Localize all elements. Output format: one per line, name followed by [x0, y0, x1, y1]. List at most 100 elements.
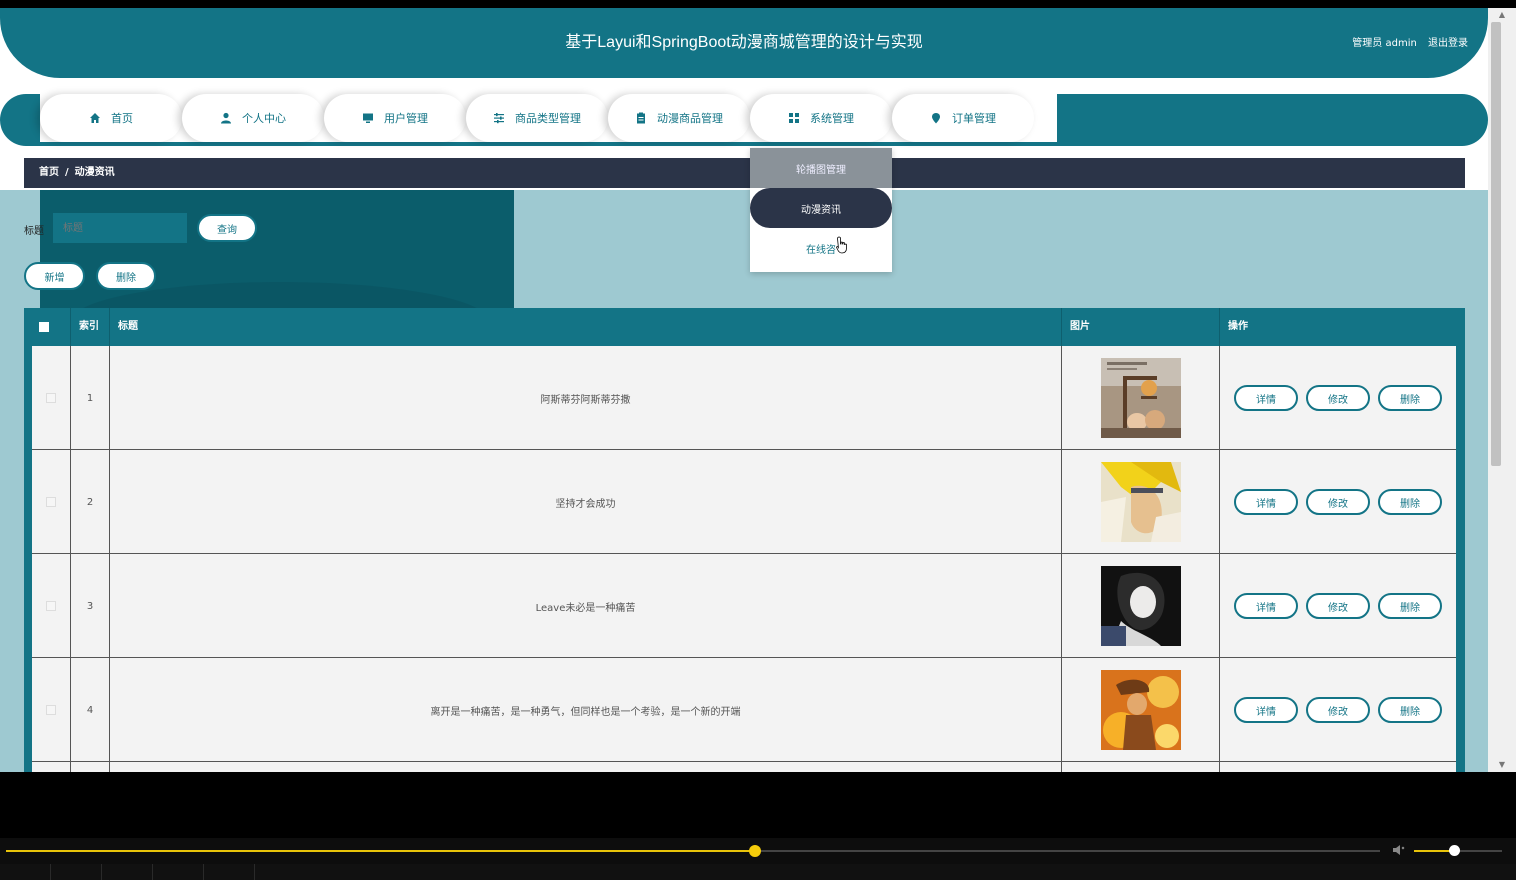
seek-bar[interactable] — [6, 845, 1380, 857]
table-body: 1 阿斯蒂芬阿斯蒂芬撒 详情 修改 删除 2 坚持才会成功 详情 修改 删除 3… — [32, 346, 1456, 772]
row-index: 2 — [71, 450, 110, 554]
breadcrumb: 首页 / 动漫资讯 — [24, 158, 1465, 188]
mouse-pointer-icon — [836, 236, 847, 254]
batch-delete-button[interactable]: 删除 — [96, 262, 156, 290]
edit-button[interactable]: 修改 — [1306, 593, 1370, 619]
table-row — [32, 762, 1456, 772]
grid-icon — [788, 112, 800, 124]
top-header: 基于Layui和SpringBoot动漫商城管理的设计与实现 管理员 admin… — [0, 8, 1488, 78]
nav-item-profile[interactable]: 个人中心 — [182, 94, 324, 142]
select-all-checkbox[interactable] — [39, 322, 49, 332]
nav-label: 系统管理 — [810, 112, 854, 125]
nav-item-home[interactable]: 首页 — [40, 94, 182, 142]
delete-button[interactable]: 删除 — [1378, 697, 1442, 723]
row-actions-cell: 详情 修改 删除 — [1220, 658, 1456, 762]
nav-label: 首页 — [111, 112, 133, 125]
anime-thumbnail-image — [1100, 670, 1181, 750]
dropdown-item-anime-news[interactable]: 动漫资讯 — [750, 188, 892, 228]
detail-button[interactable]: 详情 — [1234, 697, 1298, 723]
row-title: Leave未必是一种痛苦 — [110, 554, 1062, 658]
anime-thumbnail-image — [1100, 358, 1181, 438]
row-title: 坚持才会成功 — [110, 450, 1062, 554]
row-actions-cell: 详情 修改 删除 — [1220, 554, 1456, 658]
sliders-icon — [493, 112, 505, 124]
title-filter-label: 标题 — [24, 226, 44, 237]
header-image: 图片 — [1062, 308, 1220, 346]
row-checkbox-cell — [32, 658, 71, 762]
edit-button[interactable]: 修改 — [1306, 697, 1370, 723]
header-select-all-cell — [32, 308, 71, 346]
search-panel-background — [40, 190, 514, 308]
volume-slider[interactable] — [1414, 845, 1502, 856]
nav-label: 用户管理 — [384, 112, 428, 125]
nav-label: 商品类型管理 — [515, 112, 581, 125]
title-search-input[interactable] — [53, 213, 187, 243]
volume-icon[interactable] — [1392, 844, 1408, 856]
dropdown-item-online-consult[interactable]: 在线咨 — [750, 228, 892, 268]
row-index: 4 — [71, 658, 110, 762]
row-checkbox[interactable] — [46, 705, 56, 715]
dropdown-item-carousel[interactable]: 轮播图管理 — [750, 148, 892, 188]
strip-divider — [203, 864, 204, 880]
nav-label: 动漫商品管理 — [657, 112, 723, 125]
scroll-down-icon[interactable]: ▼ — [1488, 758, 1516, 772]
row-checkbox[interactable] — [46, 497, 56, 507]
user-area: 管理员 admin 退出登录 — [1344, 34, 1468, 49]
admin-user-label: 管理员 admin — [1352, 38, 1417, 49]
breadcrumb-separator: / — [65, 167, 69, 178]
detail-button[interactable]: 详情 — [1234, 385, 1298, 411]
strip-divider — [254, 864, 255, 880]
edit-button[interactable]: 修改 — [1306, 385, 1370, 411]
header-title: 标题 — [110, 308, 1062, 346]
logout-link[interactable]: 退出登录 — [1428, 38, 1468, 49]
detail-button[interactable]: 详情 — [1234, 489, 1298, 515]
row-image-cell — [1062, 762, 1220, 772]
clipboard-icon — [635, 112, 647, 124]
table-header: 索引 标题 图片 操作 — [24, 308, 1465, 346]
nav-item-product-types[interactable]: 商品类型管理 — [466, 94, 608, 142]
data-table: 索引 标题 图片 操作 1 阿斯蒂芬阿斯蒂芬撒 详情 修改 删除 2 坚持才会成… — [24, 308, 1465, 772]
nav-item-users[interactable]: 用户管理 — [324, 94, 466, 142]
detail-button[interactable]: 详情 — [1234, 593, 1298, 619]
edit-button[interactable]: 修改 — [1306, 489, 1370, 515]
delete-button[interactable]: 删除 — [1378, 593, 1442, 619]
row-actions-cell: 详情 修改 删除 — [1220, 346, 1456, 450]
nav-item-anime-products[interactable]: 动漫商品管理 — [608, 94, 750, 142]
table-row: 1 阿斯蒂芬阿斯蒂芬撒 详情 修改 删除 — [32, 346, 1456, 450]
add-button[interactable]: 新增 — [24, 262, 85, 290]
strip-divider — [50, 864, 51, 880]
seek-progress — [6, 850, 755, 852]
row-title: 离开是一种痛苦，是一种勇气，但同样也是一个考验，是一个新的开端 — [110, 658, 1062, 762]
scroll-up-icon[interactable]: ▲ — [1488, 8, 1516, 22]
table-row: 4 离开是一种痛苦，是一种勇气，但同样也是一个考验，是一个新的开端 详情 修改 … — [32, 658, 1456, 762]
row-image-cell — [1062, 450, 1220, 554]
app-title: 基于Layui和SpringBoot动漫商城管理的设计与实现 — [565, 34, 923, 51]
nav-item-orders[interactable]: 订单管理 — [892, 94, 1034, 142]
nav-label: 订单管理 — [952, 112, 996, 125]
volume-level — [1414, 850, 1454, 852]
row-checkbox[interactable] — [46, 601, 56, 611]
breadcrumb-home[interactable]: 首页 — [39, 167, 59, 178]
row-title: 阿斯蒂芬阿斯蒂芬撒 — [110, 346, 1062, 450]
browser-viewport: 基于Layui和SpringBoot动漫商城管理的设计与实现 管理员 admin… — [0, 8, 1488, 772]
user-icon — [220, 112, 232, 124]
strip-divider — [101, 864, 102, 880]
video-player-controls — [0, 838, 1516, 880]
seek-handle[interactable] — [748, 845, 761, 857]
row-title-cell — [110, 762, 1062, 772]
row-checkbox[interactable] — [46, 393, 56, 403]
table-row: 2 坚持才会成功 详情 修改 删除 — [32, 450, 1456, 554]
query-button[interactable]: 查询 — [197, 214, 257, 242]
vertical-scrollbar[interactable]: ▲ ▼ — [1488, 8, 1516, 772]
scrollbar-thumb[interactable] — [1491, 22, 1501, 466]
main-nav: 首页 个人中心 用户管理 商品类型管理 动漫商品管理 系统管理 订单管理 — [0, 94, 1488, 146]
location-pin-icon — [930, 112, 942, 124]
row-index: 1 — [71, 346, 110, 450]
row-checkbox-cell — [32, 762, 71, 772]
row-image-cell — [1062, 658, 1220, 762]
volume-handle[interactable] — [1448, 845, 1460, 856]
delete-button[interactable]: 删除 — [1378, 385, 1442, 411]
delete-button[interactable]: 删除 — [1378, 489, 1442, 515]
nav-item-system[interactable]: 系统管理 — [750, 94, 892, 142]
row-checkbox-cell — [32, 346, 71, 450]
